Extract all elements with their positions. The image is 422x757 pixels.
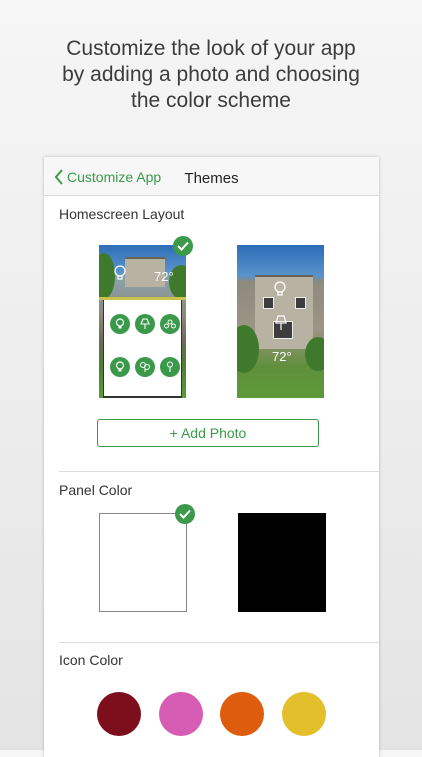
icon-color-yellow[interactable] xyxy=(282,692,326,736)
panel-color-white[interactable] xyxy=(99,513,187,612)
white-panel xyxy=(103,300,182,398)
outdoor-light-icon xyxy=(135,357,155,377)
add-photo-button[interactable]: + Add Photo xyxy=(97,419,319,447)
panel-color-black[interactable] xyxy=(238,513,326,612)
navigation-bar: Customize App Themes xyxy=(44,157,379,196)
lightbulb-icon xyxy=(110,357,130,377)
panel-color-title: Panel Color xyxy=(59,482,133,498)
icon-color-title: Icon Color xyxy=(59,652,123,668)
icon-color-maroon[interactable] xyxy=(97,692,141,736)
layout-option-panel[interactable]: 72° xyxy=(99,245,186,398)
house-window xyxy=(295,297,306,309)
house-window xyxy=(263,297,274,309)
icon-color-orange[interactable] xyxy=(220,692,264,736)
lightbulb-icon xyxy=(110,314,130,334)
floor-lamp-icon xyxy=(160,357,180,377)
homescreen-layout-title: Homescreen Layout xyxy=(59,206,185,222)
promo-line-3: the color scheme xyxy=(131,89,291,112)
lightbulb-icon xyxy=(274,281,286,296)
selected-check-icon xyxy=(173,236,193,256)
phone-screen: Customize App Themes Homescreen Layout 7… xyxy=(44,157,379,757)
promo-line-1: Customize the look of your app xyxy=(66,37,356,60)
temperature-readout: 72° xyxy=(272,349,292,364)
lightbulb-icon xyxy=(114,265,126,280)
tree-shape xyxy=(305,337,324,371)
layout-option-photo[interactable]: 72° xyxy=(237,245,324,398)
section-divider xyxy=(59,642,379,643)
lamp-icon xyxy=(135,314,155,334)
page-title: Themes xyxy=(184,170,239,187)
promo-line-2: by adding a photo and choosing xyxy=(62,63,360,86)
icon-color-pink[interactable] xyxy=(159,692,203,736)
temperature-readout: 72° xyxy=(154,269,174,284)
promo-caption: Customize the look of your app by adding… xyxy=(0,36,422,114)
chandelier-icon xyxy=(160,314,180,334)
selected-check-icon xyxy=(175,504,195,524)
lamp-icon xyxy=(275,315,287,330)
section-divider xyxy=(59,471,379,472)
